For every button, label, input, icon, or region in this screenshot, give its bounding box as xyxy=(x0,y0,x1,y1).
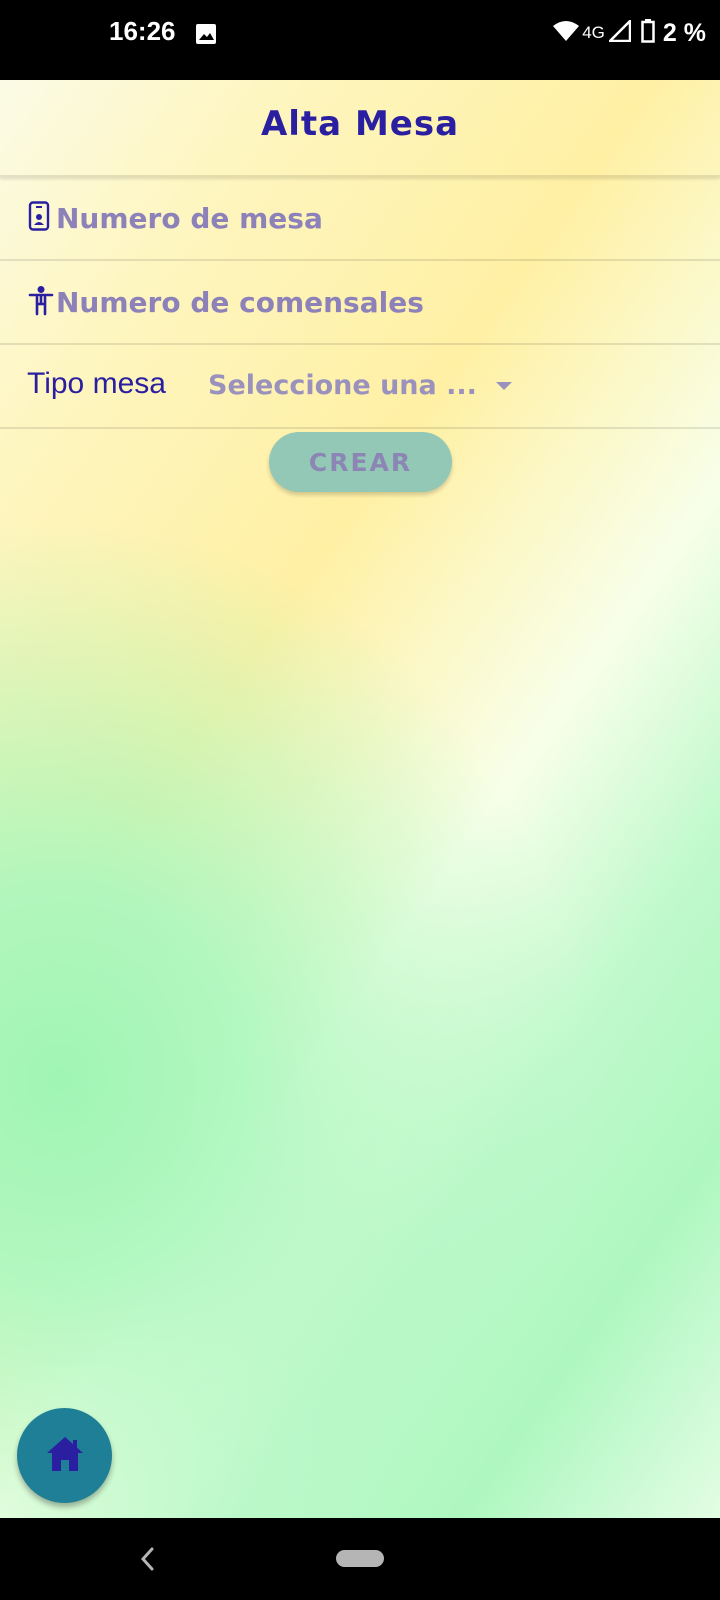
wifi-icon xyxy=(552,20,580,46)
status-time: 16:26 xyxy=(109,16,176,46)
signal-icon xyxy=(606,17,632,46)
app-screen: Alta Mesa Tipo mesa Selec xyxy=(0,80,720,1518)
guests-input[interactable] xyxy=(54,279,678,325)
network-type: 4G xyxy=(582,23,605,42)
page-title: Alta Mesa xyxy=(260,104,460,144)
table-type-field: Tipo mesa Seleccione una ... xyxy=(0,345,720,429)
guests-field[interactable] xyxy=(0,261,720,345)
status-icons: 4G 2 % xyxy=(552,17,706,48)
phone-badge-icon xyxy=(28,201,54,233)
status-bar: 16:26 4G 2 % xyxy=(0,0,720,80)
caret-down-icon xyxy=(495,376,513,395)
table-type-dropdown[interactable]: Seleccione una ... xyxy=(208,365,513,405)
battery-percent: 2 % xyxy=(662,18,706,47)
accessibility-person-icon xyxy=(28,285,54,317)
table-type-label: Tipo mesa xyxy=(27,367,166,400)
create-button[interactable]: CREAR xyxy=(269,432,452,492)
table-number-input[interactable] xyxy=(54,195,678,241)
table-number-field[interactable] xyxy=(0,177,720,261)
image-icon xyxy=(196,24,216,48)
home-fab-button[interactable] xyxy=(17,1408,112,1503)
battery-icon xyxy=(641,19,655,47)
app-header: Alta Mesa xyxy=(0,80,720,177)
back-icon[interactable] xyxy=(138,1546,158,1576)
home-icon xyxy=(45,1435,85,1477)
system-nav-bar xyxy=(0,1518,720,1600)
home-pill[interactable] xyxy=(336,1550,384,1567)
table-type-selected: Seleccione una ... xyxy=(208,369,477,401)
